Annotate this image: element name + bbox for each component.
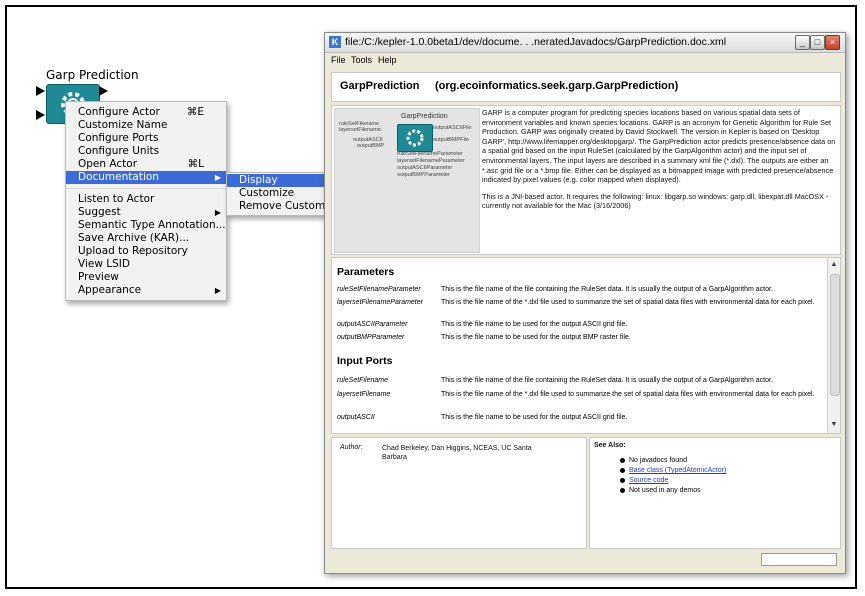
see-also-link-source-code[interactable]: Source code	[620, 476, 668, 485]
submenu-arrow-icon: ▶	[214, 286, 221, 295]
status-bar	[331, 551, 839, 567]
actor-title: Garp Prediction	[46, 68, 139, 82]
menu-item-listen-to-actor[interactable]: Listen to Actor	[66, 193, 226, 206]
menu-item-upload-to-repository[interactable]: Upload to Repository	[66, 245, 226, 258]
see-also-item: No javadocs found	[620, 456, 687, 465]
menu-tools[interactable]: Tools	[351, 55, 372, 65]
submenu-arrow-icon: ▶	[214, 208, 221, 217]
window-title: file:/C:/kepler-1.0.0beta1/dev/docume. .…	[345, 36, 727, 48]
input-port[interactable]	[36, 110, 45, 120]
menu-item-customize-name[interactable]: Customize Name	[66, 119, 226, 132]
parameters-panel[interactable]: Parameters ruleSetFilenameParameter This …	[331, 257, 841, 434]
menu-item-appearance[interactable]: Appearance ▶	[66, 284, 226, 297]
actor-thumbnail: GarpPrediction ruleSetFilename layersetF…	[334, 108, 480, 253]
maximize-button[interactable]: □	[810, 35, 825, 50]
see-also-panel: See Also: No javadocs found Base class (…	[589, 437, 841, 549]
kepler-app-icon: K	[329, 36, 341, 48]
menu-file[interactable]: File	[331, 55, 346, 65]
menu-separator	[66, 188, 226, 189]
window-titlebar[interactable]: K file:/C:/kepler-1.0.0beta1/dev/docume.…	[325, 33, 845, 53]
output-port[interactable]	[99, 86, 108, 96]
author-value: Chad Berkeley, Dan Higgins, NCEAS, UC Sa…	[382, 445, 532, 461]
description-panel: GarpPrediction ruleSetFilename layersetF…	[331, 105, 841, 255]
see-also-link-base-class[interactable]: Base class (TypedAtomicActor)	[620, 466, 726, 475]
input-port[interactable]	[36, 86, 45, 96]
description-paragraph: This is a JNI-based actor. It requires t…	[482, 191, 829, 211]
actor-name: GarpPrediction	[340, 80, 420, 92]
minimize-button[interactable]: _	[795, 35, 810, 50]
submenu-arrow-icon: ▶	[214, 173, 221, 182]
menu-help[interactable]: Help	[378, 55, 397, 65]
author-panel: Author: Chad Berkeley, Dan Higgins, NCEA…	[331, 437, 587, 549]
parameters-scrollbar[interactable]: ▲ ▼	[827, 258, 840, 433]
close-button[interactable]: ×	[825, 35, 840, 50]
input-ports-heading: Input Ports	[337, 355, 393, 367]
menu-item-semantic-type-annotation[interactable]: Semantic Type Annotation...	[66, 219, 226, 232]
thumb-gear-icon	[397, 124, 433, 152]
thumb-label: outputBMP	[357, 143, 385, 149]
thumb-label: outputASCIIFile	[433, 125, 472, 131]
author-label: Author:	[340, 444, 363, 451]
thumb-actor-name: GarpPrediction	[401, 113, 448, 120]
doc-header: GarpPrediction (org.ecoinformatics.seek.…	[331, 72, 841, 102]
thumb-label: layersetFilenameParameter	[397, 158, 465, 164]
menu-item-configure-actor[interactable]: Configure Actor ⌘E	[66, 106, 226, 119]
see-also-label: See Also:	[594, 442, 626, 449]
thumb-label: outputBMPFile	[433, 137, 470, 143]
menu-item-open-actor[interactable]: Open Actor ⌘L	[66, 158, 226, 171]
scrollbar-thumb[interactable]	[830, 274, 840, 396]
documentation-window: K file:/C:/kepler-1.0.0beta1/dev/docume.…	[324, 32, 846, 574]
menu-item-save-archive[interactable]: Save Archive (KAR)...	[66, 232, 226, 245]
description-paragraph: GARP is a computer program for predictin…	[482, 108, 836, 185]
thumb-label: ruleSetFilenameParameter	[397, 151, 463, 157]
thumb-label: layersetFilename	[339, 127, 381, 133]
thumb-label: outputASCIIParameter	[397, 165, 453, 171]
scroll-down-icon[interactable]: ▼	[829, 420, 839, 430]
menu-item-suggest[interactable]: Suggest ▶	[66, 206, 226, 219]
actor-description: GARP is a computer program for predictin…	[482, 108, 836, 218]
see-also-item: Not used in any demos	[620, 486, 701, 495]
menu-item-documentation[interactable]: Documentation ▶	[66, 171, 226, 184]
parameters-heading: Parameters	[337, 266, 395, 278]
status-field	[761, 553, 837, 566]
menu-item-view-lsid[interactable]: View LSID	[66, 258, 226, 271]
menu-item-configure-ports[interactable]: Configure Ports	[66, 132, 226, 145]
context-menu: Configure Actor ⌘E Customize Name Configu…	[65, 101, 227, 301]
menu-item-configure-units[interactable]: Configure Units	[66, 145, 226, 158]
menu-item-preview[interactable]: Preview	[66, 271, 226, 284]
window-menubar: File Tools Help	[325, 53, 845, 67]
thumb-label: outputBMPParameter	[397, 172, 450, 178]
actor-class: (org.ecoinformatics.seek.garp.GarpPredic…	[435, 80, 679, 92]
scroll-up-icon[interactable]: ▲	[829, 260, 839, 270]
